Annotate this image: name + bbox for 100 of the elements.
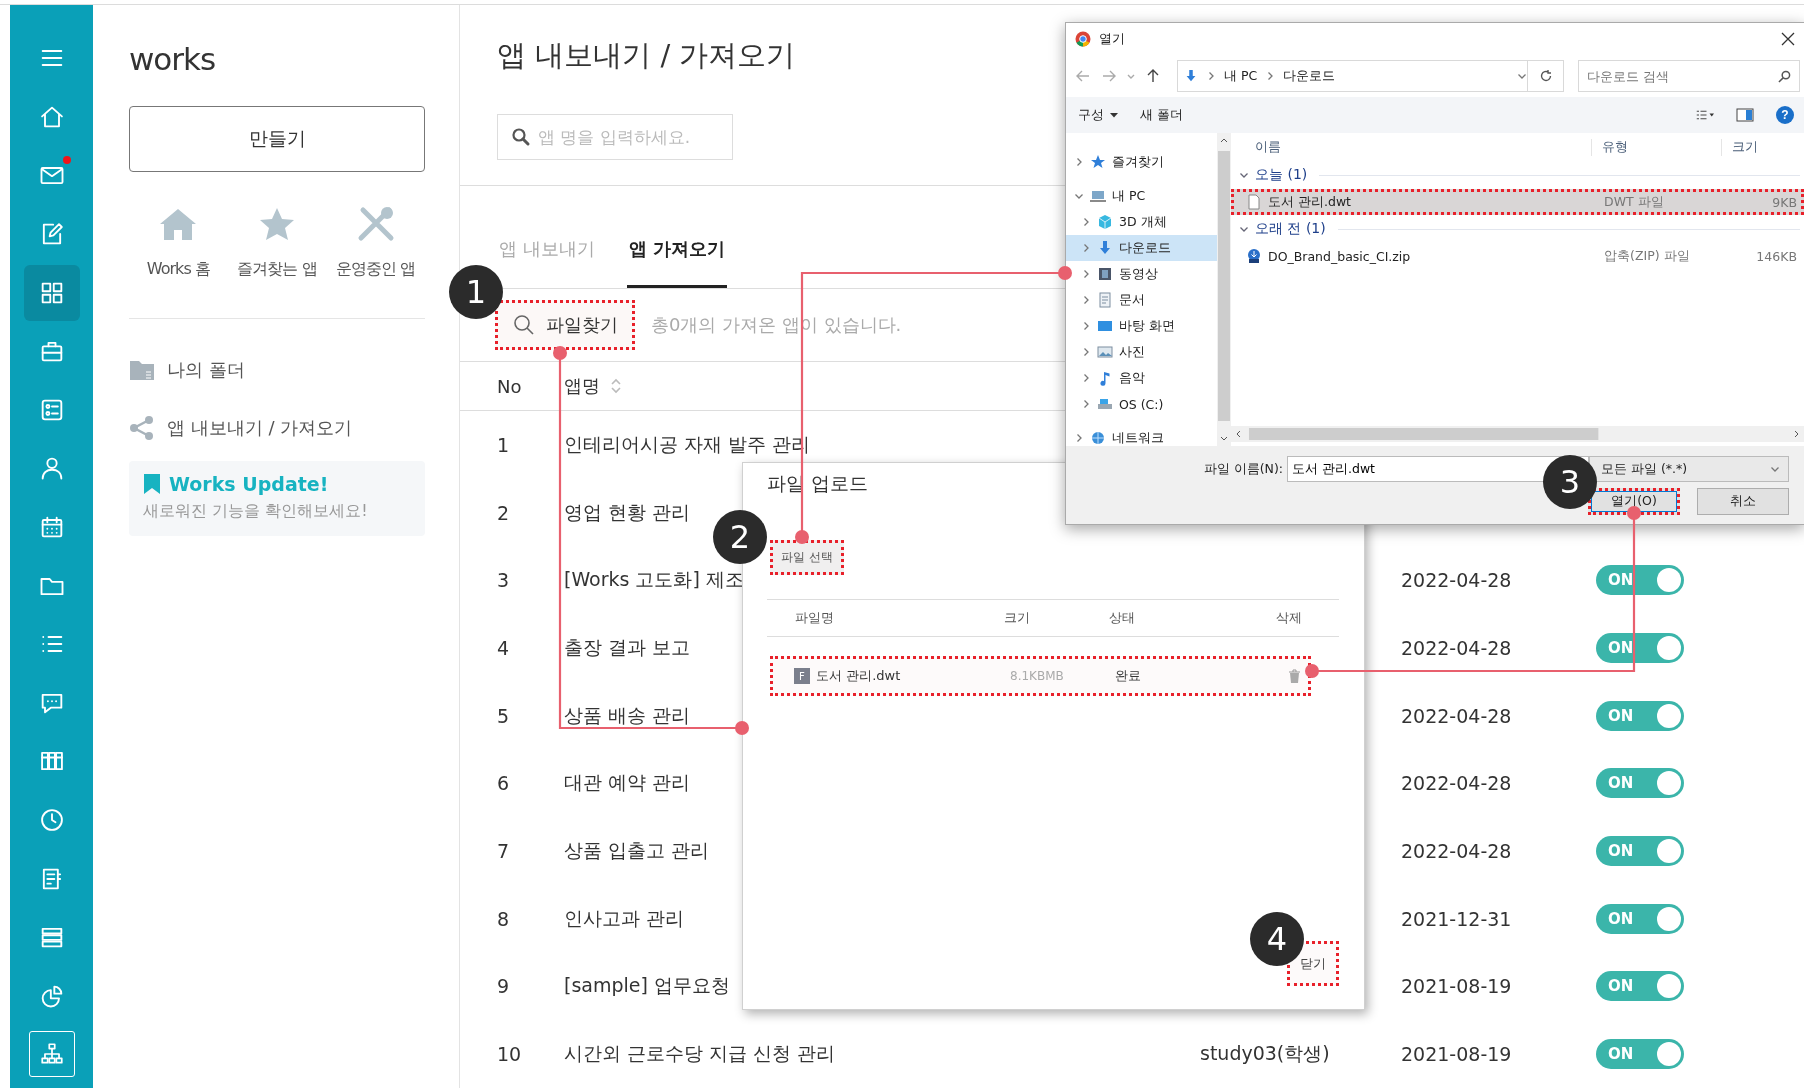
org-chart-icon [28, 1031, 75, 1078]
chevron-icon[interactable] [1081, 347, 1091, 357]
breadcrumb[interactable]: 내 PC [1224, 67, 1258, 85]
group-header[interactable]: 오래 전 (1) [1255, 220, 1326, 238]
close-icon[interactable] [1781, 32, 1795, 46]
tree-item[interactable]: 동영상 [1066, 261, 1217, 287]
trash-icon[interactable] [1288, 668, 1301, 684]
tree-item[interactable]: 3D 개체 [1066, 209, 1217, 235]
tree-item[interactable]: 음악 [1066, 365, 1217, 391]
select-file-button[interactable]: 파일 선택 [770, 540, 844, 575]
toolbar-button[interactable]: 새 폴더 [1140, 106, 1183, 124]
step-badge: 2 [713, 510, 767, 564]
up-arrow-icon[interactable] [1145, 68, 1161, 84]
chevron-icon[interactable] [1206, 71, 1216, 81]
preview-pane-icon[interactable] [1736, 108, 1754, 122]
chevron-icon[interactable] [1239, 170, 1249, 180]
forward-arrow-icon[interactable] [1101, 68, 1117, 84]
toolbar-button[interactable]: 구성 [1078, 106, 1118, 124]
film-icon [1097, 266, 1113, 282]
file-row[interactable]: DO_Brand_basic_CI.zip 압축(ZIP) 파일 146KB [1231, 243, 1804, 269]
file-type-dropdown[interactable]: 모든 파일 (*.*) [1589, 456, 1789, 482]
back-arrow-icon[interactable] [1075, 68, 1091, 84]
dialog-button[interactable]: 열기(O) [1588, 488, 1680, 515]
table-cell: 9 [497, 975, 510, 998]
card-text: 새로워진 기능을 확인해보세요! [143, 501, 369, 522]
chevron-icon[interactable] [1081, 269, 1091, 279]
network-icon [1090, 430, 1106, 446]
archive-icon [1246, 248, 1262, 264]
upload-status: 완료 [1115, 667, 1142, 685]
tree-item[interactable]: 다운로드 [1066, 235, 1217, 261]
chevron-icon[interactable] [1081, 373, 1091, 383]
chevron-icon[interactable] [1074, 157, 1084, 167]
table-cell-text: 영업 현황 관리 [564, 499, 691, 525]
table-cell: 3 [497, 569, 510, 592]
chevron-icon[interactable] [1081, 321, 1091, 331]
group-header[interactable]: 오늘 (1) [1255, 166, 1308, 184]
tree-item[interactable]: 즐겨찾기 [1066, 149, 1217, 175]
chevron-icon[interactable] [1770, 464, 1780, 474]
search-field[interactable]: 다운로드 검색 [1578, 60, 1800, 92]
column-header: 상태 [1109, 609, 1136, 627]
chevron-icon[interactable] [1239, 224, 1249, 234]
table-cell: study03(학생) [1200, 1042, 1330, 1065]
dialog-title: 열기 [1099, 30, 1125, 48]
sidebar-link[interactable]: 나의 폴더 [129, 341, 245, 399]
view-options-icon[interactable] [1696, 108, 1714, 122]
file-row[interactable]: 도서 관리.dwt DWT 파일 9KB [1231, 189, 1804, 215]
breadcrumb[interactable]: 다운로드 [1283, 67, 1336, 85]
monitor-icon [1097, 318, 1113, 334]
column-header[interactable]: 유형 [1591, 138, 1721, 156]
file-size: 8.1KBMB [1010, 669, 1065, 683]
table-cell: 2021-08-19 [1401, 975, 1512, 998]
rail-button[interactable] [23, 264, 80, 321]
cube-icon [1097, 214, 1113, 230]
chevron-icon[interactable] [1081, 243, 1091, 253]
chevron-icon[interactable] [1517, 71, 1527, 81]
table-cell-text: 상품 배송 관리 [564, 702, 691, 728]
dialog-button[interactable]: 취소 [1697, 488, 1789, 515]
search-icon [511, 127, 531, 147]
tree-item[interactable]: OS (C:) [1066, 391, 1217, 417]
search-field[interactable]: 앱 명을 입력하세요. [497, 114, 733, 160]
help-button[interactable]: ? [1776, 106, 1794, 124]
shortcut-button[interactable]: 운영중인 앱 [336, 205, 416, 280]
table-cell: 1 [497, 433, 510, 456]
chevron-icon[interactable] [1081, 217, 1091, 227]
table-cell: 5 [497, 704, 510, 727]
download-icon [1184, 69, 1198, 83]
chevron-icon[interactable] [1074, 433, 1084, 443]
sort-icon[interactable] [610, 378, 622, 394]
shortcut-button[interactable]: 즐겨찾는 앱 [237, 205, 317, 280]
computer-icon [1090, 188, 1106, 204]
table-cell: 6 [497, 772, 510, 795]
music-note-icon [1097, 370, 1113, 386]
tree-item[interactable]: 내 PC [1066, 183, 1217, 209]
column-header[interactable]: 이름 [1231, 138, 1591, 156]
app-name: works [129, 40, 216, 79]
find-file-button[interactable]: 파일찾기 [495, 300, 635, 350]
tree-item[interactable]: 문서 [1066, 287, 1217, 313]
column-header[interactable]: 크기 [1721, 138, 1804, 156]
tree-item[interactable]: 바탕 화면 [1066, 313, 1217, 339]
create-button[interactable]: 만들기 [129, 106, 425, 172]
address-bar[interactable]: 내 PC 다운로드 [1177, 60, 1564, 92]
chevron-icon[interactable] [1081, 399, 1091, 409]
scrollbar[interactable] [1217, 133, 1231, 446]
scrollbar[interactable] [1231, 426, 1804, 442]
tab[interactable]: 앱 가져오기 [626, 237, 727, 288]
column-header: No [497, 375, 522, 397]
shortcut-button[interactable]: Works 홈 [146, 205, 210, 280]
table-cell: 8 [497, 907, 510, 930]
file-name: 도서 관리.dwt [816, 667, 901, 685]
share-icon [129, 415, 155, 441]
table-cell: 10 [497, 1043, 522, 1066]
chevron-icon[interactable] [1081, 295, 1091, 305]
refresh-icon[interactable] [1538, 69, 1553, 83]
tree-item[interactable]: 네트워크 [1066, 425, 1217, 446]
tree-item[interactable]: 사진 [1066, 339, 1217, 365]
sidebar-link[interactable]: 앱 내보내기 / 가져오기 [129, 399, 353, 457]
chevron-icon[interactable] [1074, 191, 1084, 201]
card-title: Works Update! [169, 473, 329, 495]
caret-icon [1110, 111, 1118, 119]
table-cell-text: 출장 결과 보고 [564, 634, 691, 660]
